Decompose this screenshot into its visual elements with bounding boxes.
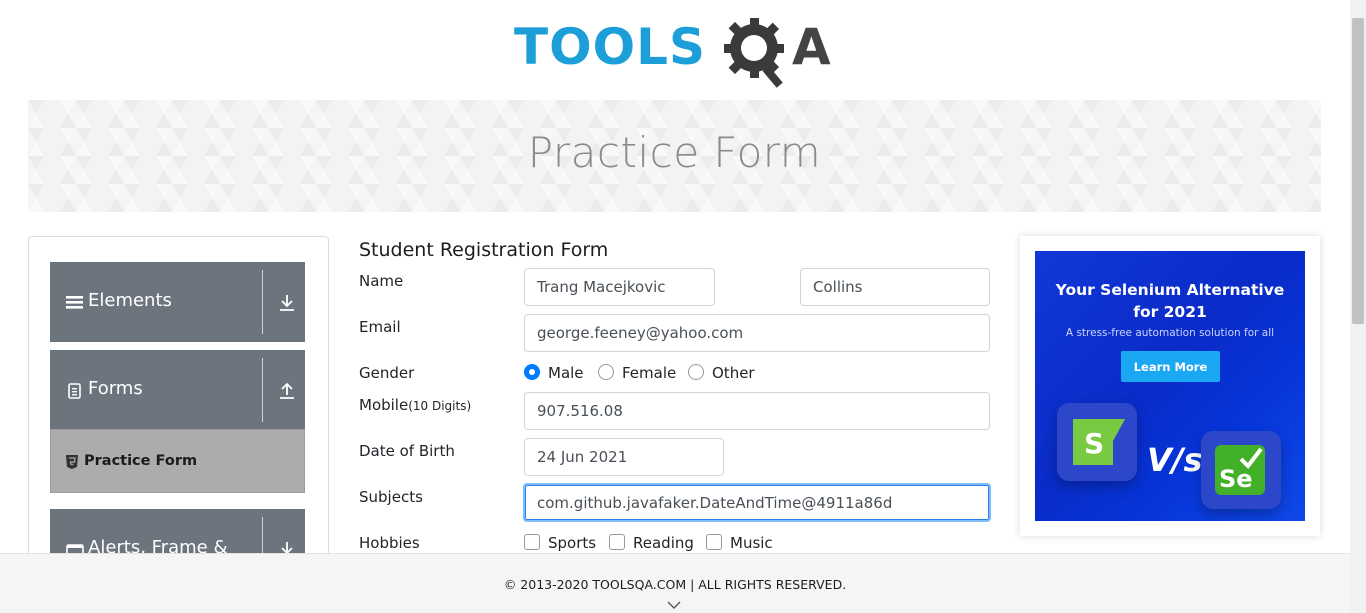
- subjects-input[interactable]: com.github.javafaker.DateAndTime@4911a86…: [523, 483, 991, 522]
- mobile-label-text: Mobile: [359, 396, 409, 414]
- selenium-logo-icon: Se: [1215, 445, 1265, 495]
- subjects-label: Subjects: [359, 488, 423, 506]
- hobby-option-label[interactable]: Sports: [548, 534, 596, 552]
- gender-radio-female[interactable]: [598, 364, 614, 380]
- versus-text: V/s: [1147, 441, 1203, 479]
- ad-headline: Your Selenium Alternative for 2021: [1035, 279, 1305, 323]
- sidebar-group-elements-header[interactable]: Elements: [50, 262, 305, 342]
- sidebar-item-practice-form[interactable]: Practice Form: [50, 429, 305, 493]
- sidebar-group-label: Forms: [88, 378, 143, 399]
- hobbies-label: Hobbies: [359, 534, 420, 552]
- selenium-logo-tile: Se: [1201, 431, 1281, 509]
- gender-label: Gender: [359, 364, 415, 382]
- name-label: Name: [359, 272, 404, 290]
- gender-option-label[interactable]: Other: [712, 364, 755, 382]
- sidebar-item-label: Practice Form: [84, 453, 198, 469]
- mobile-input[interactable]: 907.516.08: [524, 392, 990, 430]
- sidebar-group-elements: Elements: [50, 262, 305, 342]
- sidebar: Elements Forms Practice Form Alerts, Fra…: [28, 236, 329, 576]
- page-title: Practice Form: [527, 128, 822, 177]
- hobby-option-label[interactable]: Music: [730, 534, 773, 552]
- html-badge-icon: [66, 455, 78, 469]
- date-of-birth-input[interactable]: 24 Jun 2021: [524, 438, 724, 476]
- scrollbar-thumb[interactable]: [1352, 18, 1364, 324]
- last-name-input[interactable]: Collins: [800, 268, 990, 306]
- gear-magnifier-icon: [724, 18, 784, 88]
- mobile-hint: (10 Digits): [408, 399, 472, 413]
- copyright-text: © 2013-2020 TOOLSQA.COM | ALL RIGHTS RES…: [503, 577, 847, 592]
- download-arrow-icon[interactable]: [278, 294, 296, 312]
- page-banner: Practice Form: [28, 100, 1321, 212]
- gender-radio-male[interactable]: [524, 364, 540, 380]
- hobby-option-label[interactable]: Reading: [633, 534, 694, 552]
- page: TOOLS A Practice Form Elements Forms Pra…: [0, 0, 1366, 613]
- hobby-checkbox-music[interactable]: [706, 534, 722, 550]
- katalon-letter: S: [1084, 427, 1104, 460]
- gender-option-label[interactable]: Female: [622, 364, 676, 382]
- form-title: Student Registration Form: [359, 239, 609, 261]
- gender-radio-other[interactable]: [688, 364, 704, 380]
- ad-subtitle: A stress-free automation solution for al…: [1065, 327, 1275, 339]
- dob-label: Date of Birth: [359, 442, 455, 460]
- ad-headline-line-2: for 2021: [1133, 303, 1207, 321]
- ad-headline-line-1: Your Selenium Alternative: [1055, 281, 1285, 299]
- mobile-label: Mobile(10 Digits): [359, 396, 471, 414]
- katalon-logo-icon: S: [1073, 419, 1125, 465]
- learn-more-button[interactable]: Learn More: [1121, 351, 1220, 382]
- divider: [262, 270, 263, 334]
- hobby-checkbox-sports[interactable]: [524, 534, 540, 550]
- divider: [262, 358, 263, 422]
- chevron-down-icon[interactable]: [667, 600, 681, 610]
- ad-banner[interactable]: Your Selenium Alternative for 2021 A str…: [1035, 251, 1305, 521]
- gender-option-label[interactable]: Male: [548, 364, 584, 382]
- sidebar-group-forms-header[interactable]: Forms: [50, 350, 305, 430]
- ad-container: Your Selenium Alternative for 2021 A str…: [1020, 236, 1320, 536]
- selenium-letters: Se: [1219, 465, 1253, 493]
- logo-text-tools: TOOLS: [514, 18, 706, 76]
- katalon-logo-tile: S: [1057, 403, 1137, 481]
- upload-arrow-icon[interactable]: [278, 382, 296, 400]
- hobby-checkbox-reading[interactable]: [609, 534, 625, 550]
- sidebar-group-forms: Forms: [50, 350, 305, 430]
- document-icon: [68, 383, 81, 399]
- hamburger-icon: [66, 296, 83, 309]
- first-name-input[interactable]: Trang Macejkovic: [524, 268, 715, 306]
- email-label: Email: [359, 318, 401, 336]
- toolsqa-logo[interactable]: TOOLS A: [514, 14, 840, 94]
- footer: © 2013-2020 TOOLSQA.COM | ALL RIGHTS RES…: [0, 553, 1350, 613]
- email-input[interactable]: george.feeney@yahoo.com: [524, 314, 990, 352]
- logo-text-a: A: [792, 18, 831, 76]
- sidebar-group-label: Elements: [88, 290, 172, 311]
